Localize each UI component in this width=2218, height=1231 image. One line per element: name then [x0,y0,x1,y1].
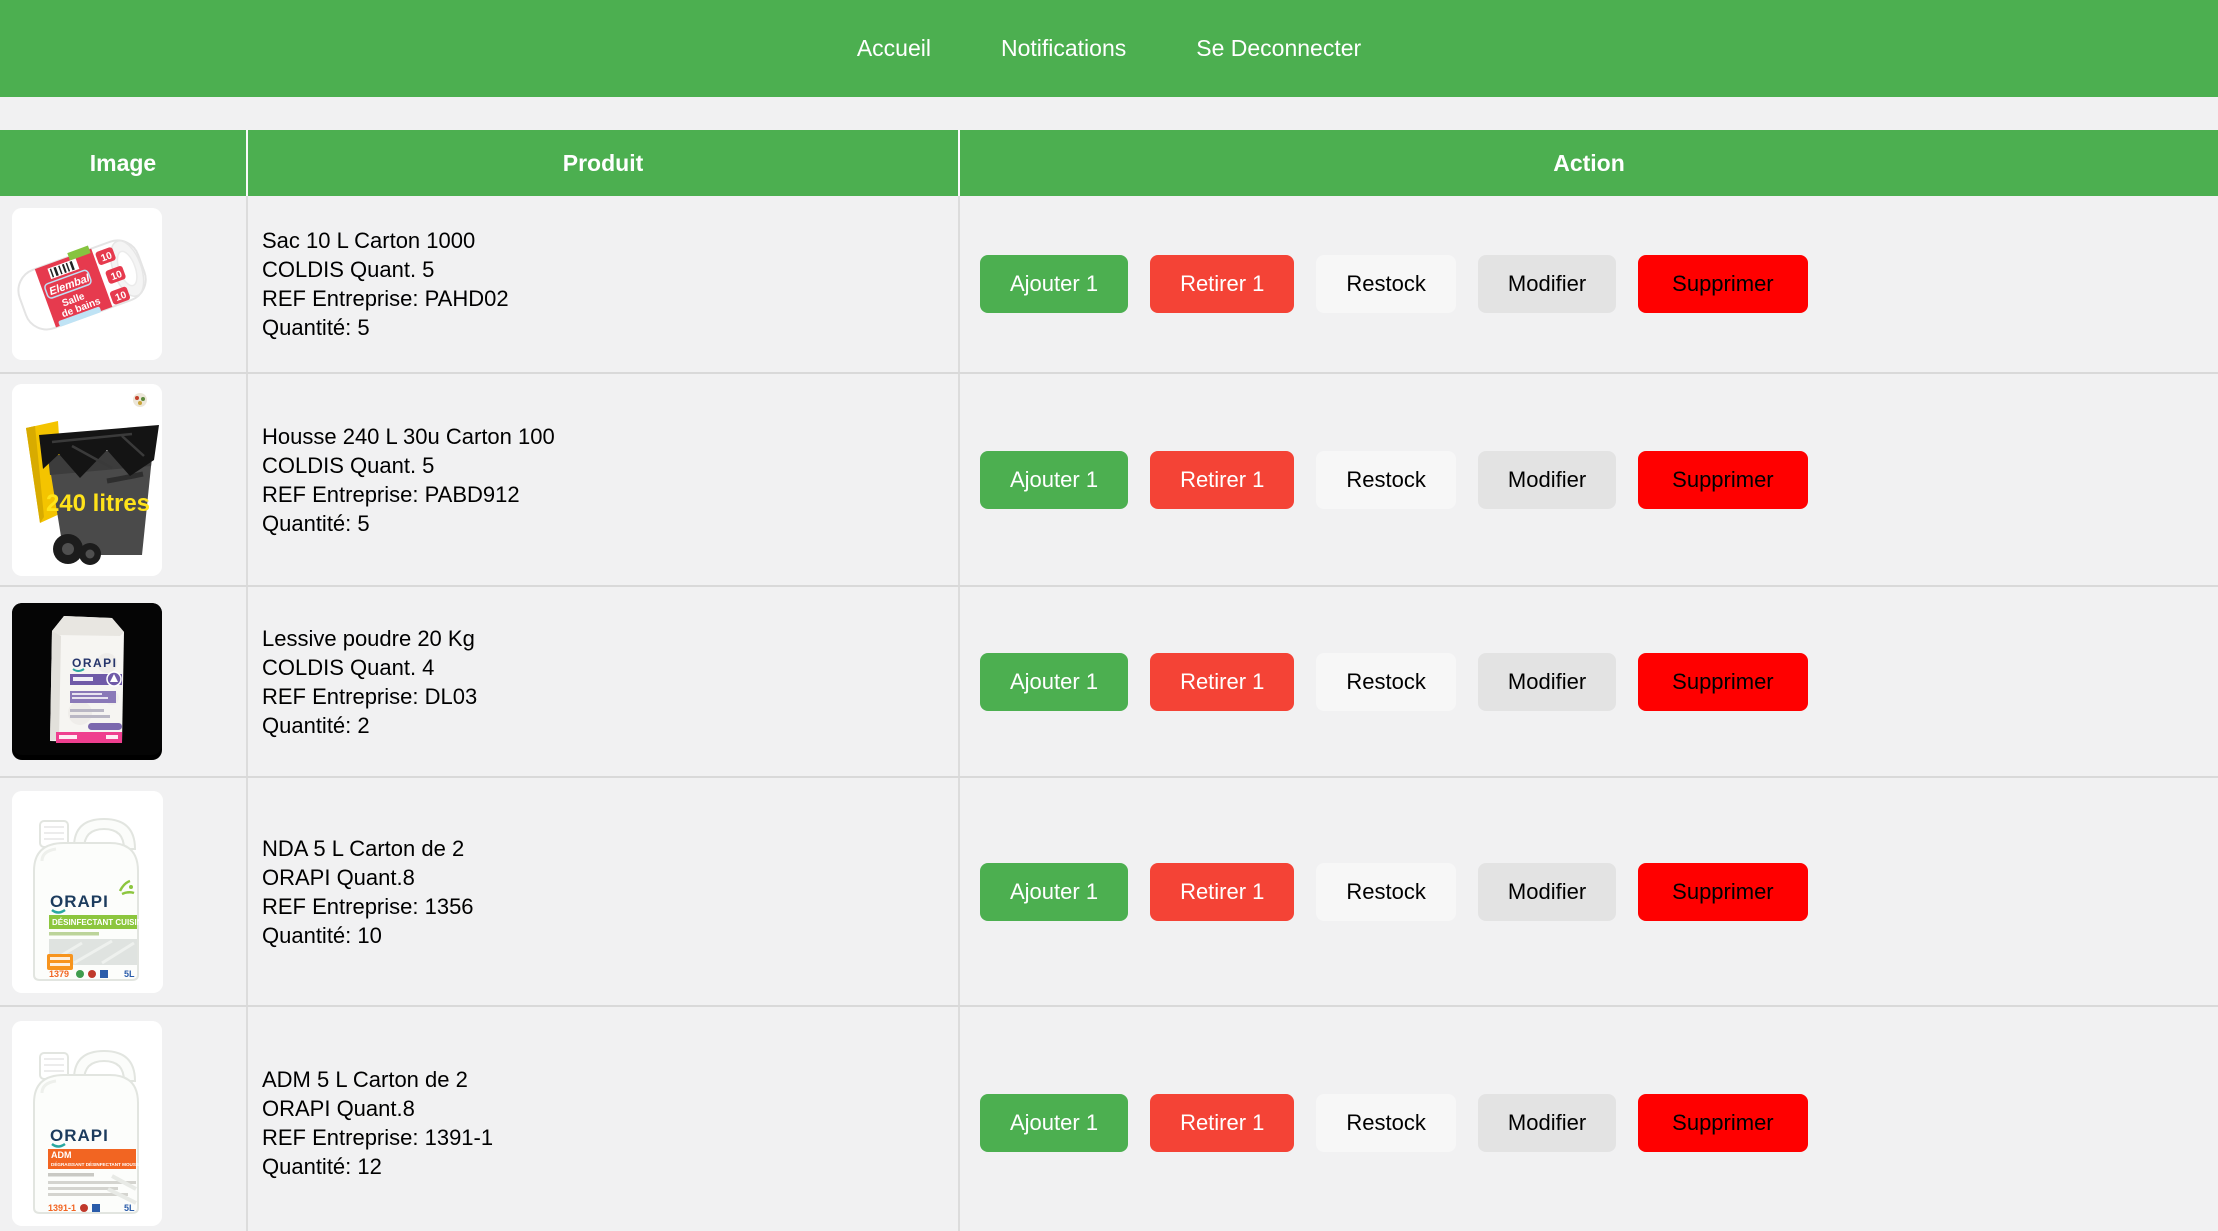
product-name: ADM 5 L Carton de 2 [262,1065,958,1094]
product-supplier: COLDIS Quant. 5 [262,255,958,284]
ajouter-button[interactable]: Ajouter 1 [980,1094,1128,1152]
supprimer-button[interactable]: Supprimer [1638,1094,1807,1152]
disinfectant-jug-illustration: ORAPI DÉSINFECTANT CUISINE 1379 5L [12,791,163,988]
product-supplier: COLDIS Quant. 5 [262,451,958,480]
powder-bag-illustration: ORAPI [12,603,162,755]
product-quantity: Quantité: 5 [262,313,958,342]
adm-jug-photo: ORAPI ADM DÉGRAISSANT DÉSINFECTANT MOUSS… [12,1021,162,1226]
product-supplier: COLDIS Quant. 4 [262,653,958,682]
product-ref: REF Entreprise: DL03 [262,682,958,711]
product-supplier: ORAPI Quant.8 [262,1094,958,1123]
svg-text:1391-1: 1391-1 [48,1203,76,1213]
action-cell: Ajouter 1 Retirer 1 Restock Modifier Sup… [960,587,2218,776]
svg-text:ORAPI: ORAPI [50,892,109,911]
powder-bag-photo: ORAPI [12,603,162,760]
restock-button[interactable]: Restock [1316,255,1455,313]
retirer-button[interactable]: Retirer 1 [1150,653,1294,711]
wheelie-bin-photo: 240 litres [12,384,162,576]
product-ref: REF Entreprise: PABD912 [262,480,958,509]
table-header-row: Image Produit Action [0,130,2218,196]
action-cell: Ajouter 1 Retirer 1 Restock Modifier Sup… [960,778,2218,1005]
supprimer-button[interactable]: Supprimer [1638,451,1807,509]
product-info: Lessive poudre 20 Kg COLDIS Quant. 4 REF… [248,587,960,776]
supprimer-button[interactable]: Supprimer [1638,863,1807,921]
table-row: ORAPI ADM DÉGRAISSANT DÉSINFECTANT MOUSS… [0,1007,2218,1231]
nav-link-accueil[interactable]: Accueil [853,27,935,70]
supprimer-button[interactable]: Supprimer [1638,653,1807,711]
modifier-button[interactable]: Modifier [1478,653,1616,711]
svg-text:5L: 5L [124,969,135,979]
product-info: Housse 240 L 30u Carton 100 COLDIS Quant… [248,374,960,585]
top-navbar: Accueil Notifications Se Deconnecter [0,0,2218,97]
table-row: ORAPI Lessive [0,587,2218,778]
adm-jug-illustration: ORAPI ADM DÉGRAISSANT DÉSINFECTANT MOUSS… [12,1021,162,1221]
svg-text:ADM: ADM [51,1150,72,1160]
product-quantity: Quantité: 2 [262,711,958,740]
product-ref: REF Entreprise: PAHD02 [262,284,958,313]
column-header-image: Image [0,130,248,196]
restock-button[interactable]: Restock [1316,451,1455,509]
product-name: Sac 10 L Carton 1000 [262,226,958,255]
nav-link-notifications[interactable]: Notifications [997,27,1130,70]
product-ref: REF Entreprise: 1356 [262,892,958,921]
table-row: 240 litres Housse 240 L 30u Carton 100 C… [0,374,2218,587]
retirer-button[interactable]: Retirer 1 [1150,255,1294,313]
product-name: NDA 5 L Carton de 2 [262,834,958,863]
product-quantity: Quantité: 5 [262,509,958,538]
ajouter-button[interactable]: Ajouter 1 [980,863,1128,921]
product-info: Sac 10 L Carton 1000 COLDIS Quant. 5 REF… [248,196,960,372]
product-ref: REF Entreprise: 1391-1 [262,1123,958,1152]
svg-text:DÉSINFECTANT CUISINE: DÉSINFECTANT CUISINE [52,918,149,927]
retirer-button[interactable]: Retirer 1 [1150,863,1294,921]
retirer-button[interactable]: Retirer 1 [1150,451,1294,509]
product-quantity: Quantité: 12 [262,1152,958,1181]
wheelie-bin-illustration: 240 litres [12,384,162,571]
modifier-button[interactable]: Modifier [1478,451,1616,509]
supprimer-button[interactable]: Supprimer [1638,255,1807,313]
action-cell: Ajouter 1 Retirer 1 Restock Modifier Sup… [960,196,2218,372]
trash-bag-roll-illustration: Elembal Salle de bains 10 10 10 [12,208,162,355]
nav-link-se-deconnecter[interactable]: Se Deconnecter [1192,27,1365,70]
restock-button[interactable]: Restock [1316,863,1455,921]
modifier-button[interactable]: Modifier [1478,1094,1616,1152]
svg-text:ORAPI: ORAPI [72,656,118,670]
stock-table: Image Produit Action [0,130,2218,1231]
ajouter-button[interactable]: Ajouter 1 [980,255,1128,313]
action-cell: Ajouter 1 Retirer 1 Restock Modifier Sup… [960,1007,2218,1231]
product-info: ADM 5 L Carton de 2 ORAPI Quant.8 REF En… [248,1007,960,1231]
ajouter-button[interactable]: Ajouter 1 [980,451,1128,509]
product-name: Lessive poudre 20 Kg [262,624,958,653]
modifier-button[interactable]: Modifier [1478,863,1616,921]
table-row: ORAPI DÉSINFECTANT CUISINE 1379 5L [0,778,2218,1007]
svg-text:ORAPI: ORAPI [50,1126,109,1145]
disinfectant-jug-photo: ORAPI DÉSINFECTANT CUISINE 1379 5L [12,791,163,993]
ajouter-button[interactable]: Ajouter 1 [980,653,1128,711]
svg-text:1379: 1379 [49,969,69,979]
modifier-button[interactable]: Modifier [1478,255,1616,313]
restock-button[interactable]: Restock [1316,653,1455,711]
product-info: NDA 5 L Carton de 2 ORAPI Quant.8 REF En… [248,778,960,1005]
retirer-button[interactable]: Retirer 1 [1150,1094,1294,1152]
product-quantity: Quantité: 10 [262,921,958,950]
svg-text:5L: 5L [124,1203,135,1213]
svg-text:DÉGRAISSANT DÉSINFECTANT MOUSS: DÉGRAISSANT DÉSINFECTANT MOUSSANT [51,1160,149,1167]
restock-button[interactable]: Restock [1316,1094,1455,1152]
trash-bag-roll-photo: Elembal Salle de bains 10 10 10 [12,208,162,360]
table-row: Elembal Salle de bains 10 10 10 [0,196,2218,374]
product-name: Housse 240 L 30u Carton 100 [262,422,958,451]
column-header-action: Action [960,130,2218,196]
column-header-produit: Produit [248,130,960,196]
action-cell: Ajouter 1 Retirer 1 Restock Modifier Sup… [960,374,2218,585]
svg-text:240 litres: 240 litres [46,490,150,517]
product-supplier: ORAPI Quant.8 [262,863,958,892]
